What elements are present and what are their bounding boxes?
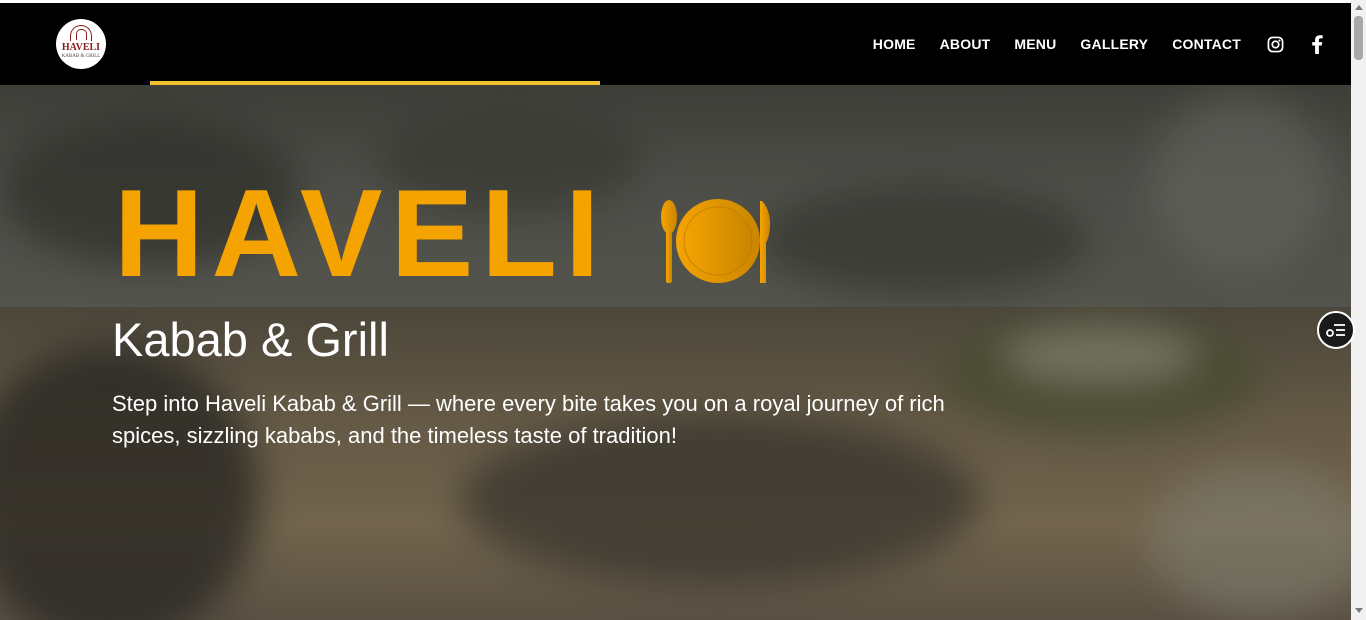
scroll-up-arrow-icon[interactable] [1355,5,1363,10]
plate-cutlery-icon [658,197,776,285]
hero-title: HAVELI [114,165,608,303]
hero-description: Step into Haveli Kabab & Grill — where e… [112,391,945,448]
nav-link-gallery[interactable]: GALLERY [1080,36,1148,52]
scrollbar-thumb[interactable] [1354,16,1363,60]
nav-link-menu[interactable]: MENU [1014,36,1056,52]
logo-subtext: KABAB & GRILL [61,54,101,59]
instagram-icon[interactable] [1265,34,1285,54]
scroll-down-arrow-icon[interactable] [1355,608,1363,613]
logo-dome-icon [70,25,92,41]
facebook-icon[interactable] [1307,34,1327,54]
navbar: HAVELI KABAB & GRILL HOME ABOUT MENU GAL… [0,3,1351,85]
logo[interactable]: HAVELI KABAB & GRILL [56,19,106,69]
hero-section: HAVELI Kabab & Grill Step into Haveli Ka… [0,85,1351,620]
scroll-progress-bar [150,81,600,85]
nav-link-about[interactable]: ABOUT [940,36,991,52]
settings-list-icon[interactable] [1317,311,1355,349]
nav-links: HOME ABOUT MENU GALLERY CONTACT [873,3,1351,85]
hero-subtitle: Kabab & Grill [112,313,389,366]
logo-text: HAVELI [61,42,101,53]
nav-link-contact[interactable]: CONTACT [1172,36,1241,52]
page-scrollbar[interactable] [1351,0,1366,620]
page-viewport: HAVELI KABAB & GRILL HOME ABOUT MENU GAL… [0,0,1351,620]
nav-link-home[interactable]: HOME [873,36,916,52]
